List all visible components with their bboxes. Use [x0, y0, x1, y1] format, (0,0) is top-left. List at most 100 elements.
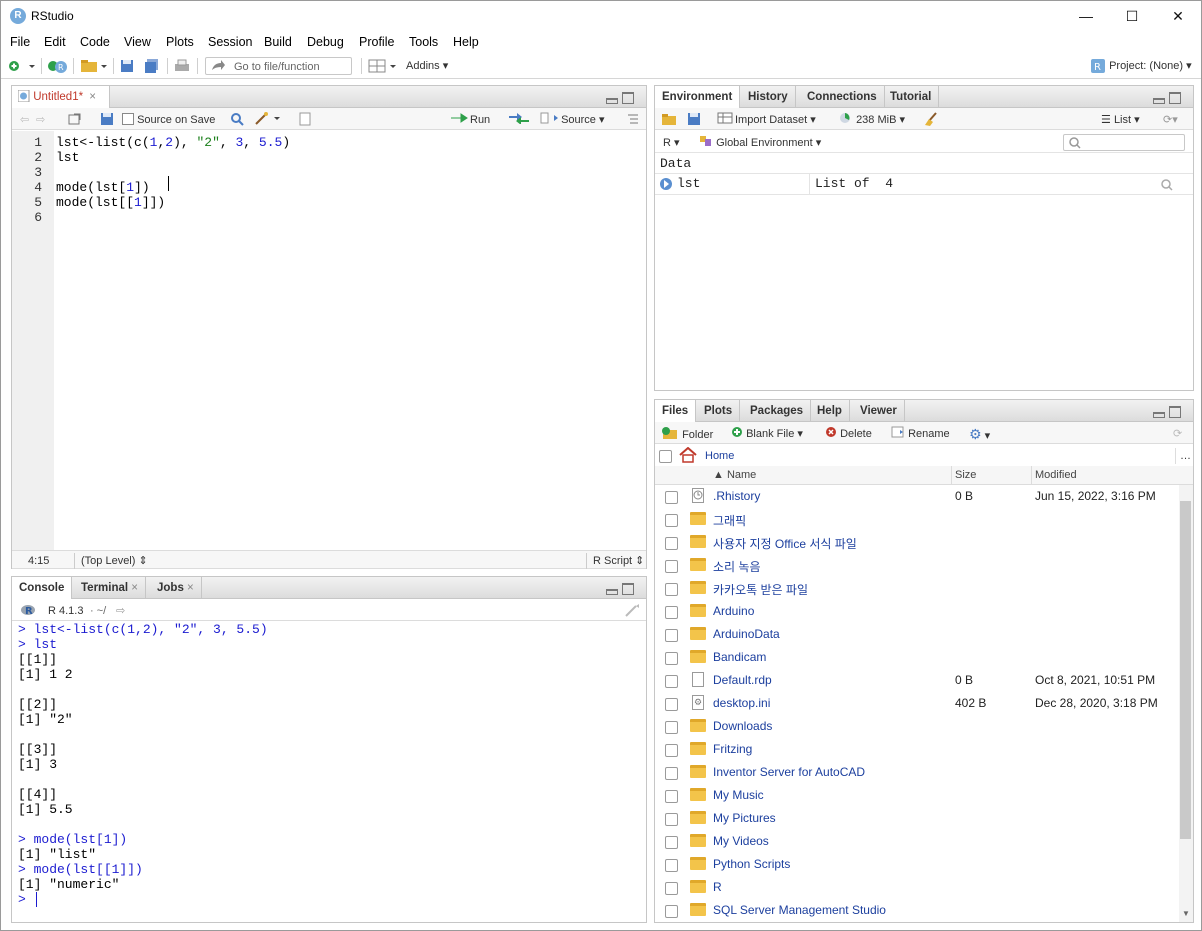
maximize-button[interactable]: ☐ — [1109, 1, 1155, 31]
environment-selector[interactable]: Global Environment ▾ — [699, 135, 821, 151]
code-tools-wand-icon[interactable] — [254, 112, 282, 128]
tab-help[interactable]: Help — [810, 400, 850, 422]
close-button[interactable]: ✕ — [1155, 1, 1201, 31]
menu-file[interactable]: File — [10, 35, 30, 49]
file-name-link[interactable]: 그래픽 — [713, 512, 746, 529]
tab-files[interactable]: Files — [655, 400, 697, 423]
close-jobs-icon[interactable]: × — [187, 582, 194, 594]
scope-selector[interactable]: (Top Level) ⇕ — [74, 553, 148, 569]
file-name-link[interactable]: 소리 녹음 — [713, 558, 761, 575]
console-output[interactable]: > lst<-list(c(1,2), "2", 3, 5.5) > lst [[1… — [12, 621, 646, 922]
minimize-button[interactable]: — — [1063, 1, 1109, 31]
file-name-link[interactable]: ArduinoData — [713, 627, 780, 641]
menu-edit[interactable]: Edit — [44, 35, 66, 49]
tab-packages[interactable]: Packages — [743, 400, 812, 422]
goto-dir-icon[interactable]: ⇨ — [116, 603, 125, 619]
tab-console[interactable]: Console — [12, 577, 73, 600]
file-name-link[interactable]: Bandicam — [713, 650, 766, 664]
document-outline-icon[interactable] — [626, 112, 640, 128]
back-arrow-icon[interactable]: ⇦ — [20, 112, 29, 128]
console-minmax[interactable] — [606, 583, 636, 595]
language-selector[interactable]: R ▾ — [663, 135, 680, 151]
close-tab-icon[interactable]: × — [89, 91, 96, 103]
menu-debug[interactable]: Debug — [307, 35, 344, 49]
new-file-icon[interactable] — [7, 57, 37, 75]
import-dataset-button[interactable]: Import Dataset ▾ — [717, 112, 816, 128]
file-name-link[interactable]: SQL Server Management Studio — [713, 903, 886, 917]
file-checkbox[interactable] — [665, 698, 678, 711]
refresh-icon[interactable]: ⟳▾ — [1163, 112, 1178, 128]
files-scrollbar[interactable]: ▼ — [1179, 485, 1193, 922]
more-settings-gear-icon[interactable]: ⚙ ▾ — [969, 426, 990, 442]
file-row[interactable]: 사용자 지정 Office 서식 파일 — [655, 531, 1177, 554]
view-mode-menu[interactable]: ☰ List ▾ — [1101, 112, 1140, 128]
file-checkbox[interactable] — [665, 813, 678, 826]
new-project-icon[interactable]: R — [47, 57, 69, 75]
rename-button[interactable]: Rename — [891, 426, 950, 442]
file-name-link[interactable]: R — [713, 880, 722, 894]
print-icon[interactable] — [173, 57, 191, 75]
file-name-link[interactable]: My Music — [713, 788, 764, 802]
clear-objects-broom-icon[interactable] — [923, 112, 939, 128]
blank-file-button[interactable]: Blank File ▾ — [731, 426, 803, 442]
file-name-link[interactable]: 카카오톡 받은 파일 — [713, 581, 808, 598]
file-name-link[interactable]: Default.rdp — [713, 673, 772, 687]
tab-jobs[interactable]: Jobs × — [150, 577, 202, 599]
files-minmax[interactable] — [1153, 406, 1183, 418]
menu-session[interactable]: Session — [208, 35, 252, 49]
modified-column-header[interactable]: Modified — [1035, 469, 1077, 481]
file-row[interactable]: R — [655, 876, 1177, 899]
file-checkbox[interactable] — [665, 675, 678, 688]
save-icon[interactable] — [119, 57, 135, 75]
file-checkbox[interactable] — [665, 882, 678, 895]
file-checkbox[interactable] — [665, 721, 678, 734]
menu-plots[interactable]: Plots — [166, 35, 194, 49]
file-name-link[interactable]: Downloads — [713, 719, 772, 733]
file-checkbox[interactable] — [665, 790, 678, 803]
file-name-link[interactable]: 사용자 지정 Office 서식 파일 — [713, 535, 857, 552]
source-button[interactable]: Source ▾ — [540, 112, 605, 128]
code-editor[interactable]: 1 lst<-list(c(1,2), "2", 3, 5.5) 2 lst 3 4 mod… — [12, 131, 646, 550]
new-folder-button[interactable]: Folder — [661, 426, 713, 442]
file-type-selector[interactable]: R Script ⇕ — [586, 553, 644, 569]
rerun-icon[interactable] — [508, 112, 530, 128]
file-row[interactable]: SQL Server Management Studio — [655, 899, 1177, 922]
tab-tutorial[interactable]: Tutorial — [883, 86, 940, 108]
environment-row[interactable]: lst List of 4 — [655, 174, 1193, 195]
file-row[interactable]: ArduinoData — [655, 623, 1177, 646]
editor-save-icon[interactable] — [100, 112, 114, 128]
file-checkbox[interactable] — [665, 629, 678, 642]
menu-tools[interactable]: Tools — [409, 35, 438, 49]
file-checkbox[interactable] — [665, 537, 678, 550]
open-file-icon[interactable] — [79, 57, 109, 75]
file-checkbox[interactable] — [665, 859, 678, 872]
addins-button[interactable]: Addins ▾ — [406, 57, 448, 75]
run-button[interactable]: Run — [450, 112, 490, 128]
tab-plots[interactable]: Plots — [697, 400, 741, 422]
select-all-checkbox[interactable] — [659, 450, 672, 463]
files-refresh-icon[interactable]: ⟳ — [1173, 426, 1182, 442]
close-terminal-icon[interactable]: × — [131, 582, 138, 594]
save-workspace-icon[interactable] — [687, 112, 701, 128]
workspace-panes-icon[interactable] — [368, 57, 398, 75]
file-name-link[interactable]: Arduino — [713, 604, 754, 618]
file-row[interactable]: Default.rdp 0 B Oct 8, 2021, 10:51 PM — [655, 669, 1177, 692]
tab-environment[interactable]: Environment — [655, 86, 741, 109]
home-icon[interactable] — [679, 447, 697, 463]
environment-search-input[interactable] — [1063, 134, 1185, 151]
file-row[interactable]: .Rhistory 0 B Jun 15, 2022, 3:16 PM — [655, 485, 1177, 508]
files-scrollbar-thumb[interactable] — [1180, 501, 1191, 839]
show-in-window-icon[interactable] — [68, 112, 82, 128]
size-column-header[interactable]: Size — [955, 469, 976, 481]
name-column-header[interactable]: ▲ Name — [713, 469, 756, 481]
file-name-link[interactable]: My Pictures — [713, 811, 776, 825]
tab-terminal[interactable]: Terminal × — [74, 577, 146, 599]
file-row[interactable]: Arduino — [655, 600, 1177, 623]
load-workspace-icon[interactable] — [661, 112, 679, 128]
file-name-link[interactable]: Inventor Server for AutoCAD — [713, 765, 865, 779]
editor-minmax[interactable] — [606, 92, 636, 104]
memory-usage[interactable]: 238 MiB ▾ — [839, 112, 905, 128]
file-checkbox[interactable] — [665, 744, 678, 757]
file-checkbox[interactable] — [665, 491, 678, 504]
scroll-down-icon[interactable]: ▼ — [1182, 909, 1190, 918]
